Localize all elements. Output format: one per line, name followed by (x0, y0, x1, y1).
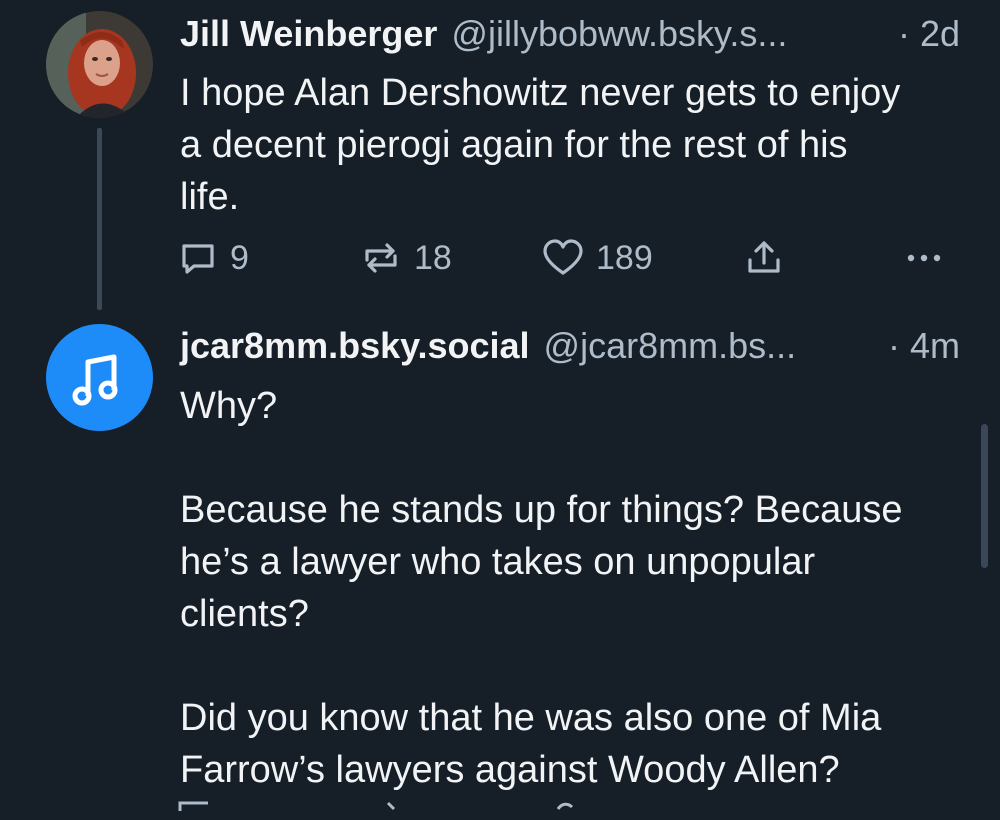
post-time[interactable]: · 2d (898, 12, 960, 56)
share-button[interactable] (744, 238, 784, 278)
avatar[interactable] (46, 324, 153, 431)
reply-icon (182, 244, 214, 274)
post-text: Why? Because he stands up for things? Be… (180, 385, 903, 791)
author-handle[interactable]: @jillybobww.bsky.s... (451, 12, 787, 56)
post-text: I hope Alan Dershowitz never gets to enj… (180, 72, 901, 218)
cropped-action-icons (178, 801, 574, 811)
post-time[interactable]: · 4m (888, 324, 960, 368)
reply-count: 9 (230, 238, 249, 277)
repost-icon (365, 243, 397, 273)
author-name[interactable]: jcar8mm.bsky.social (180, 324, 530, 368)
more-options-button[interactable] (904, 238, 948, 278)
post-actions-partial (178, 800, 958, 820)
share-icon (748, 241, 780, 273)
author-name[interactable]: Jill Weinberger (180, 12, 437, 56)
repost-count: 18 (414, 238, 452, 277)
post-header: Jill Weinberger @jillybobww.bsky.s... · … (180, 12, 960, 56)
user-photo-avatar-icon (46, 11, 153, 118)
music-note-icon (72, 354, 118, 406)
post-actions: 9 18 189 (178, 238, 958, 282)
author-handle[interactable]: @jcar8mm.bs... (544, 324, 797, 368)
scrollbar[interactable] (981, 424, 988, 568)
like-button[interactable]: 189 (542, 238, 653, 278)
reply-button[interactable]: 9 (178, 238, 249, 278)
avatar[interactable] (46, 11, 153, 118)
repost-button[interactable]: 18 (360, 238, 452, 278)
heart-icon (543, 239, 583, 275)
like-count: 189 (596, 238, 653, 277)
thread-line (97, 128, 102, 310)
post-header: jcar8mm.bsky.social @jcar8mm.bs... · 4m (180, 324, 960, 368)
ellipsis-icon (907, 254, 941, 262)
